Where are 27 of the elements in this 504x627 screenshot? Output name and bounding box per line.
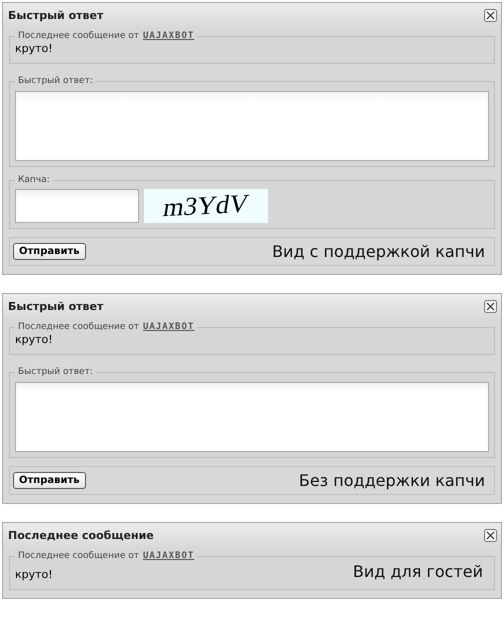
- dialog-title: Быстрый ответ: [8, 300, 104, 312]
- caption-text: Вид для гостей: [352, 562, 484, 581]
- legend-label: Последнее сообщение от: [18, 551, 139, 561]
- reply-field[interactable]: [15, 91, 489, 161]
- legend-label: Последнее сообщение от: [18, 31, 139, 41]
- send-button[interactable]: Отправить: [13, 472, 86, 489]
- close-icon[interactable]: [484, 528, 497, 542]
- legend-label: Быстрый ответ:: [17, 367, 94, 377]
- legend-label: Капча:: [17, 175, 51, 185]
- legend-label: Последнее сообщение от: [18, 322, 139, 332]
- captcha-field[interactable]: [15, 189, 139, 223]
- author-link[interactable]: UAJAXBOT: [142, 322, 194, 332]
- caption-text: Вид с поддержкой капчи: [272, 242, 486, 261]
- dialog-title: Последнее сообщение: [8, 528, 154, 542]
- author-link[interactable]: UAJAXBOT: [142, 551, 194, 561]
- author-link[interactable]: UAJAXBOT: [142, 31, 194, 41]
- message-text: круто!: [15, 42, 53, 55]
- dialog-title: Быстрый ответ: [8, 8, 104, 22]
- send-button[interactable]: Отправить: [13, 243, 86, 260]
- caption-text: Без поддержки капчи: [298, 471, 486, 490]
- message-text: круто!: [15, 333, 53, 346]
- close-icon[interactable]: [484, 300, 497, 312]
- reply-field[interactable]: [15, 382, 489, 452]
- close-icon[interactable]: [484, 8, 497, 22]
- captcha-image: m3YdV: [144, 189, 268, 223]
- message-text: круто!: [15, 568, 53, 581]
- legend-label: Быстрый ответ:: [17, 76, 94, 86]
